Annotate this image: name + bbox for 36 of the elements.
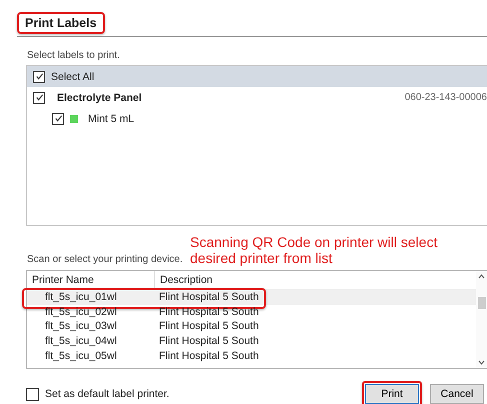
checkbox[interactable]	[26, 388, 39, 400]
table-cell: Flint Hospital 5 South	[159, 350, 259, 362]
column-header[interactable]: Printer Name	[27, 271, 155, 289]
dialog-title: Print Labels	[17, 12, 105, 34]
checkbox[interactable]	[33, 92, 45, 104]
instruction-text: Select labels to print.	[27, 50, 121, 61]
table-cell: Flint Hospital 5 South	[159, 320, 259, 332]
label-text: Electrolyte Panel	[57, 92, 142, 104]
label-text: Select All	[51, 70, 94, 82]
checkbox-label: Set as default label printer.	[45, 388, 170, 400]
label-item[interactable]: Mint 5 mL	[27, 108, 487, 129]
table-cell: Flint Hospital 5 South	[159, 335, 259, 348]
table-cell: Flint Hospital 5 South	[159, 306, 259, 318]
checkbox[interactable]	[33, 70, 45, 82]
label-item[interactable]: Electrolyte Panel 060-23-143-00006	[27, 87, 487, 108]
dialog-button[interactable]: Cancel	[430, 384, 484, 404]
printer-row[interactable]: flt_5s_icu_05wl Flint Hospital 5 South	[27, 348, 476, 363]
column-header[interactable]: Description	[155, 271, 213, 289]
table-cell: Flint Hospital 5 South	[159, 291, 259, 304]
annotation-text: Scanning QR Code on printer will select desired printer from list	[190, 234, 438, 266]
instruction-text: Scan or select your printing device.	[27, 254, 184, 265]
table-cell-text: flt_5s_icu_03wl	[44, 320, 118, 332]
label-text: Mint 5 mL	[88, 112, 134, 124]
printer-row[interactable]: flt_5s_icu_02wl Flint Hospital 5 South	[27, 304, 476, 320]
table-cell-text: flt_5s_icu_01wl	[44, 291, 118, 304]
table-cell-text: flt_5s_icu_04wl	[44, 335, 118, 348]
printer-row[interactable]: flt_5s_icu_03wl Flint Hospital 5 South	[27, 319, 476, 334]
table-cell-text: flt_5s_icu_05wl	[44, 350, 118, 362]
printer-row[interactable]: flt_5s_icu_04wl Flint Hospital 5 South	[27, 334, 476, 348]
label-item[interactable]: Select All	[27, 66, 487, 87]
order-number: 060-23-143-00006	[404, 92, 487, 103]
scrollbar[interactable]	[476, 271, 487, 368]
checkbox[interactable]	[52, 112, 64, 124]
dialog-button[interactable]: Print	[365, 384, 419, 404]
table-cell-text: flt_5s_icu_02wl	[44, 306, 118, 318]
scroll-thumb[interactable]	[478, 297, 486, 309]
